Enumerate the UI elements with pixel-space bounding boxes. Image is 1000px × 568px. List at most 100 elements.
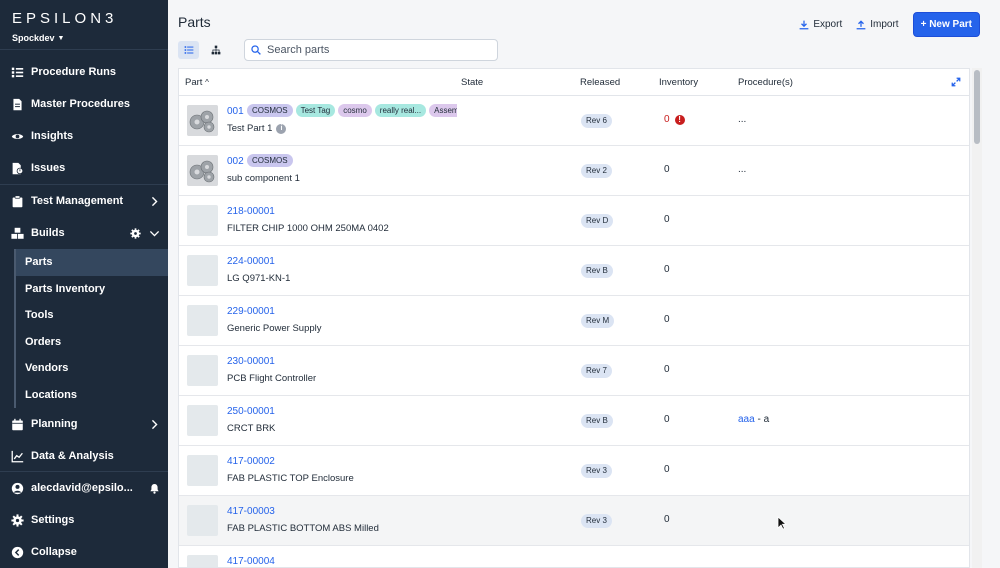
sidebar-nav: Procedure Runs Master Procedures Insight… [0, 50, 168, 472]
list-view-button[interactable] [178, 41, 199, 59]
table-row[interactable]: 230-00001 PCB Flight Controller Rev 7 0 [179, 346, 969, 396]
column-released[interactable]: Released [580, 69, 620, 96]
procedures-cell: ... [738, 164, 746, 175]
part-number-link[interactable]: 001 [227, 106, 244, 117]
sidebar-item-master-procedures[interactable]: Master Procedures [0, 88, 168, 120]
table-row[interactable]: 224-00001 LG Q971-KN-1 Rev B 0 [179, 246, 969, 296]
new-part-button[interactable]: + New Part [912, 12, 980, 37]
inventory-count: 0 [664, 164, 670, 175]
sidebar-item-parts-inventory[interactable]: Parts Inventory [16, 276, 168, 303]
user-email: alecdavid@epsilo... [31, 482, 133, 494]
inventory-count: 0 [664, 314, 670, 325]
table-row[interactable]: 417-00002 FAB PLASTIC TOP Enclosure Rev 3 0 [179, 446, 969, 496]
tag-list: COSMOS Test Tag cosmo really real... Assem [247, 104, 457, 118]
sidebar-item-locations[interactable]: Locations [16, 382, 168, 409]
part-image [187, 105, 218, 136]
sidebar-item-settings[interactable]: Settings [0, 504, 168, 536]
sidebar-item-planning[interactable]: Planning [0, 408, 168, 440]
user-menu[interactable]: alecdavid@epsilo... [0, 472, 168, 504]
sidebar-item-data-analysis[interactable]: Data & Analysis [0, 440, 168, 472]
part-name: PCB Flight Controller [227, 373, 317, 384]
search-box[interactable] [244, 39, 498, 61]
epsilon3-logo[interactable]: EPSILON3 [12, 10, 156, 27]
part-number-link[interactable]: 417-00002 [227, 456, 275, 467]
eye-icon [10, 129, 24, 143]
column-part[interactable]: Part ^ [185, 69, 209, 96]
sidebar-item-parts[interactable]: Parts [16, 249, 168, 276]
info-icon[interactable]: i [276, 123, 287, 134]
inventory-count: 0 [664, 514, 670, 525]
part-image-placeholder [187, 505, 218, 536]
table-row[interactable]: 229-00001 Generic Power Supply Rev M 0 [179, 296, 969, 346]
tag-badge[interactable]: COSMOS [247, 104, 293, 117]
toolbar [178, 39, 498, 61]
part-number-link[interactable]: 230-00001 [227, 356, 275, 367]
revision-badge: Rev 6 [581, 114, 612, 128]
sidebar-item-builds[interactable]: Builds [0, 217, 168, 249]
sidebar-item-label: Procedure Runs [31, 66, 116, 78]
revision-badge: Rev 2 [581, 164, 612, 178]
search-input[interactable] [267, 44, 487, 56]
sidebar-item-label: Settings [31, 514, 75, 526]
table-row[interactable]: 001 COSMOS Test Tag cosmo really real... Asse… [179, 96, 969, 146]
workspace-switcher[interactable]: Spockdev ▼ [12, 33, 156, 43]
part-number-link[interactable]: 218-00001 [227, 206, 275, 217]
part-number-link[interactable]: 250-00001 [227, 406, 275, 417]
part-image-placeholder [187, 405, 218, 436]
tag-list: COSMOS [247, 154, 457, 168]
tag-badge[interactable]: COSMOS [247, 154, 293, 167]
sidebar-item-label: Test Management [31, 195, 124, 207]
list-icon [10, 65, 24, 79]
gear-icon[interactable] [130, 227, 141, 239]
table-row[interactable]: 417-00004 [179, 546, 969, 567]
tag-badge[interactable]: Assem [429, 104, 457, 117]
part-image-placeholder [187, 355, 218, 386]
tag-badge[interactable]: cosmo [338, 104, 372, 117]
part-number-link[interactable]: 224-00001 [227, 256, 275, 267]
part-name: FILTER CHIP 1000 OHM 250MA 0402 [227, 223, 389, 234]
table-row[interactable]: 417-00003 FAB PLASTIC BOTTOM ABS Milled Re… [179, 496, 969, 546]
page-title: Parts [178, 14, 211, 30]
export-button[interactable]: Export [799, 19, 842, 30]
tag-badge[interactable]: really real... [374, 104, 427, 117]
column-procedures[interactable]: Procedure(s) [738, 69, 793, 96]
column-state[interactable]: State [461, 69, 483, 96]
sidebar-item-procedure-runs[interactable]: Procedure Runs [0, 56, 168, 88]
sidebar-item-issues[interactable]: Issues [0, 152, 168, 184]
table-row[interactable]: 250-00001 CRCT BRK Rev B 0 aaa - a [179, 396, 969, 446]
part-name: FAB PLASTIC BOTTOM ABS Milled [227, 523, 379, 534]
scrollbar-thumb[interactable] [974, 70, 980, 144]
tag-badge[interactable]: Test Tag [295, 104, 336, 117]
table-row[interactable]: 218-00001 FILTER CHIP 1000 OHM 250MA 0402… [179, 196, 969, 246]
revision-badge: Rev D [581, 214, 614, 228]
brand-header: EPSILON3 Spockdev ▼ [0, 0, 168, 50]
part-number-link[interactable]: 002 [227, 156, 244, 167]
sidebar-item-label: Collapse [31, 546, 77, 558]
part-number-link[interactable]: 417-00004 [227, 556, 275, 567]
part-image-placeholder [187, 205, 218, 236]
tree-view-button[interactable] [205, 41, 226, 59]
expand-icon[interactable] [951, 77, 961, 87]
sidebar-item-tools[interactable]: Tools [16, 302, 168, 329]
part-image-placeholder [187, 455, 218, 486]
procedure-link[interactable]: aaa [738, 414, 755, 425]
builds-subnav: Parts Parts Inventory Tools Orders Vendo… [14, 249, 168, 408]
bell-icon[interactable] [149, 483, 160, 494]
part-number-link[interactable]: 417-00003 [227, 506, 275, 517]
user-avatar-icon [10, 481, 24, 495]
inventory-count: 0 [664, 464, 670, 475]
sidebar-collapse-button[interactable]: Collapse [0, 536, 168, 568]
sidebar-item-insights[interactable]: Insights [0, 120, 168, 152]
sidebar-item-test-management[interactable]: Test Management [0, 185, 168, 217]
table-body: 001 COSMOS Test Tag cosmo really real... Asse… [179, 96, 969, 567]
procedure-text: - a [754, 414, 770, 425]
sidebar-item-label: Builds [31, 227, 65, 239]
table-row[interactable]: 002 COSMOS sub component 1 Rev 2 0... [179, 146, 969, 196]
procedure-text: ... [738, 164, 747, 175]
sidebar-item-orders[interactable]: Orders [16, 329, 168, 356]
document-icon [10, 97, 24, 111]
part-number-link[interactable]: 229-00001 [227, 306, 275, 317]
import-button[interactable]: Import [856, 19, 899, 30]
column-inventory[interactable]: Inventory [659, 69, 698, 96]
sidebar-item-vendors[interactable]: Vendors [16, 355, 168, 382]
